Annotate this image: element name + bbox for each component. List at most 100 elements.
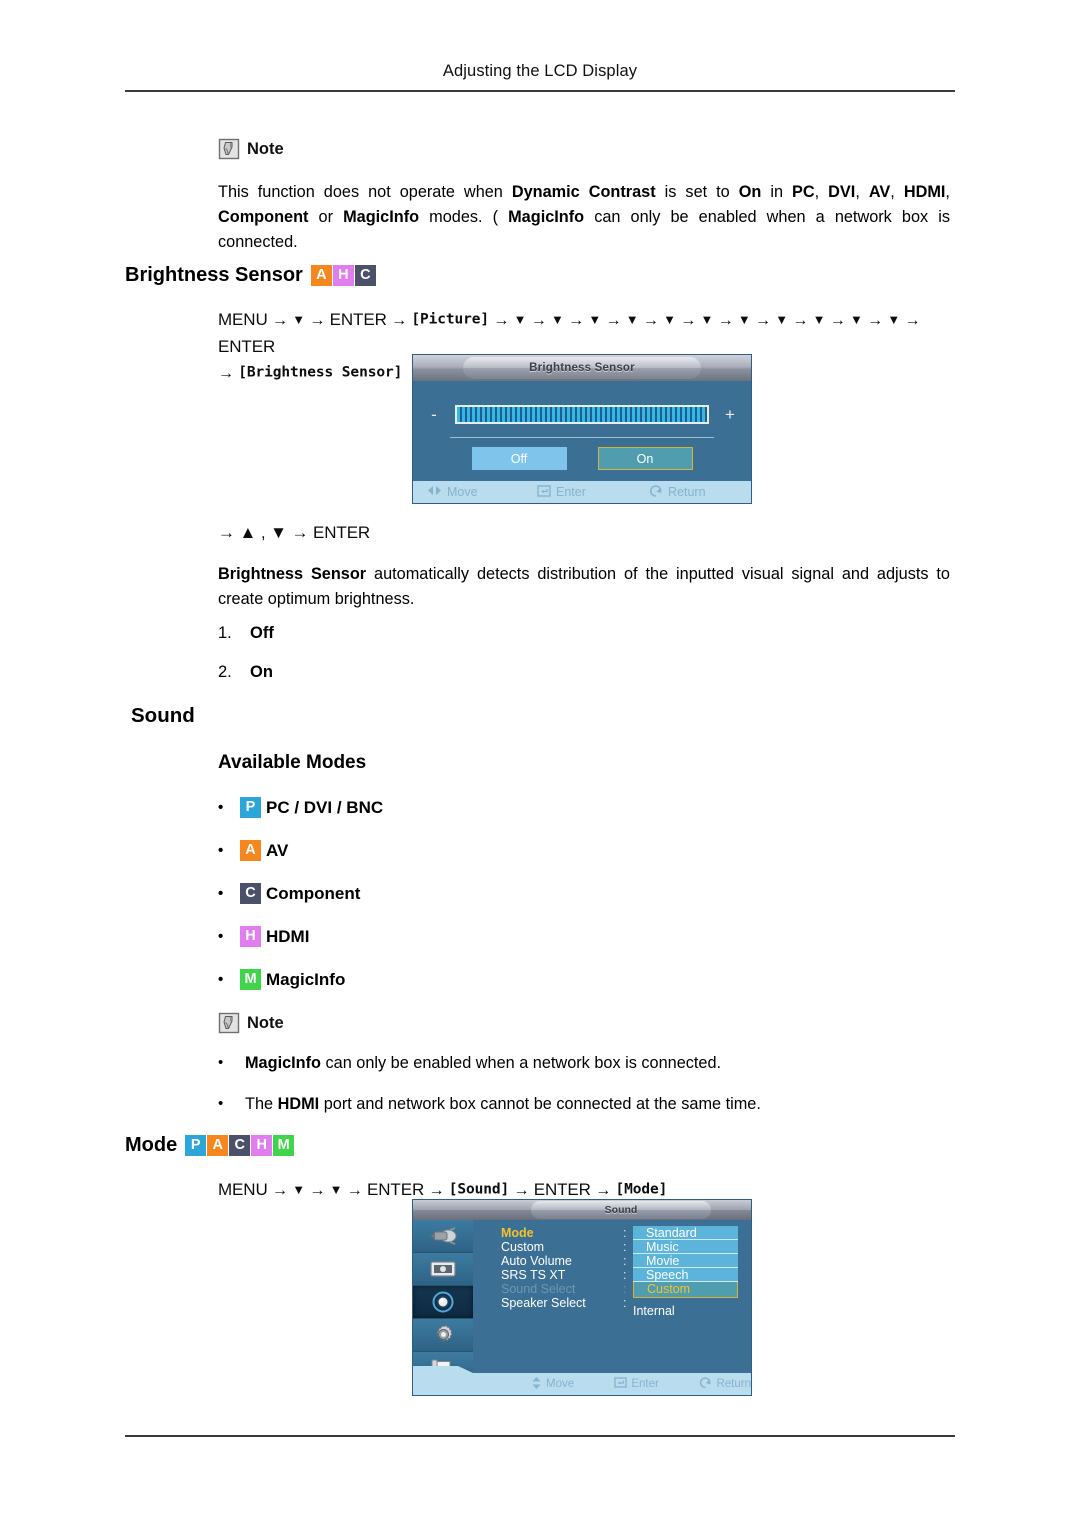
arrow-down-icon: ▼ (663, 311, 676, 327)
list-item: • The HDMI port and network box cannot be… (218, 1095, 938, 1136)
mode-badge-h-icon: H (240, 926, 261, 947)
return-arrow-icon (699, 1377, 712, 1391)
sound-row-colon: : (623, 1296, 627, 1310)
picture-icon (428, 1259, 458, 1279)
mode-badge-m-icon: M (240, 969, 261, 990)
bullet-icon: • (218, 1054, 224, 1071)
arrow-down-icon: ▼ (849, 311, 863, 327)
brightness-slider-fill (457, 406, 707, 422)
menu-keyword: MENU (218, 1179, 268, 1199)
text-run: modes. ( (419, 208, 509, 226)
bullet-icon: • (218, 928, 224, 945)
osd-button-on[interactable]: On (597, 447, 693, 470)
menu-keyword: ENTER (367, 1179, 425, 1199)
sound-row-label-srs-ts-xt[interactable]: SRS TS XT (501, 1268, 565, 1282)
text-run: On (738, 183, 762, 201)
list-item-label: MagicInfo can only be enabled when a net… (245, 1054, 721, 1073)
sound-row-colon: : (623, 1254, 627, 1268)
arrow-down-icon: ▼ (513, 311, 527, 327)
text-run: MagicInfo (343, 208, 420, 226)
list-item-label: PC / DVI / BNC (266, 797, 384, 817)
footer-move-label: Move (447, 485, 478, 499)
sound-row-label-mode[interactable]: Mode (501, 1226, 534, 1240)
arrow-down-icon: ▼ (812, 311, 826, 327)
footer-move-label: Move (546, 1378, 575, 1390)
mode-option-standard[interactable]: Standard (633, 1226, 738, 1240)
osd-title-pill: Sound (531, 1201, 711, 1219)
arrow-down-icon: ▼ (625, 311, 639, 327)
arrow-down-icon: ▼ (737, 311, 751, 327)
footer-return: Return (649, 484, 706, 500)
arrow-right-icon: → (509, 1181, 534, 1199)
bullet-icon: • (218, 971, 224, 988)
arrow-right-icon: → (526, 311, 551, 329)
sound-row-colon: : (623, 1226, 627, 1240)
brightness-sensor-heading-text: Brightness Sensor (125, 264, 303, 286)
arrow-right-icon: → (424, 1181, 449, 1199)
left-right-arrows-icon (427, 485, 442, 499)
footer-enter-label: Enter (631, 1378, 659, 1390)
sidebar-item-input[interactable] (413, 1220, 473, 1253)
sound-row-label-sound-select[interactable]: Sound Select (501, 1282, 575, 1296)
menu-keyword: ENTER (329, 309, 387, 329)
bullet-icon: • (218, 885, 224, 902)
list-item-label: HDMI (266, 926, 310, 946)
brightness-sensor-option-list: 1. Off 2. On (218, 624, 274, 702)
arrow-right-icon: → (862, 311, 888, 329)
text-run: , (814, 183, 829, 201)
sidebar-item-sound[interactable] (413, 1286, 473, 1319)
osd-toggle-buttons: Off On (413, 447, 751, 471)
osd-button-off[interactable]: Off (471, 447, 567, 470)
mode-option-custom[interactable]: Custom (633, 1282, 738, 1298)
text-run: in (761, 183, 793, 201)
mode-option-speech[interactable]: Speech (633, 1268, 738, 1282)
arrow-down-icon: ▼ (775, 311, 789, 327)
brightness-slider[interactable] (455, 404, 709, 424)
osd-sound-menu: Sound Mode: Custom: Auto Volume: SRS … (413, 1200, 751, 1395)
list-item-label: The HDMI port and network box cannot be … (245, 1095, 761, 1114)
mode-option-movie[interactable]: Movie (633, 1254, 738, 1268)
mode-badge-h-icon: H (332, 265, 354, 286)
menu-item-token: [Sound] (448, 1181, 510, 1197)
arrow-right-icon: → (675, 311, 701, 329)
list-item: 2. On (218, 663, 274, 702)
footer-return-label: Return (716, 1378, 751, 1390)
text-run: DVI (828, 183, 856, 201)
arrow-right-icon: → (218, 365, 239, 382)
text-run: HDMI (277, 1095, 320, 1113)
mode-badge-a-icon: A (240, 840, 261, 861)
minus-icon[interactable]: - (413, 406, 455, 423)
text-run: HDMI (903, 183, 946, 201)
arrow-right-icon: → (489, 311, 514, 329)
footer-move: Move (427, 485, 537, 499)
osd-sidebar (413, 1220, 473, 1385)
mode-option-music[interactable]: Music (633, 1240, 738, 1254)
sound-row-label-custom[interactable]: Custom (501, 1240, 544, 1254)
brightness-sensor-description: Brightness Sensor automatically detects … (218, 562, 950, 612)
sound-row-label-auto-volume[interactable]: Auto Volume (501, 1254, 572, 1268)
bullet-icon: • (218, 799, 224, 816)
brightness-slider-row: - + (413, 401, 751, 427)
document-page: Adjusting the LCD Display Note This func… (0, 0, 1080, 1527)
list-item-number: 1. (218, 624, 232, 642)
list-item-label: On (250, 663, 273, 681)
osd-divider (450, 437, 714, 438)
sidebar-item-setup[interactable] (413, 1319, 473, 1352)
osd-body: - + Off On (413, 381, 751, 475)
osd-title-pill: Brightness Sensor (463, 357, 701, 379)
text-run: is set to (655, 183, 739, 201)
mode-badge-h-icon: H (251, 1135, 273, 1156)
list-item-label: Component (266, 883, 361, 903)
sound-row-label-speaker-select[interactable]: Speaker Select (501, 1296, 586, 1310)
footer-rule (125, 1435, 955, 1437)
speaker-select-value: Internal (633, 1304, 675, 1318)
arrow-right-icon: → (342, 1181, 367, 1199)
mode-heading-text: Mode (125, 1134, 178, 1156)
menu-item-token: [Mode] (615, 1181, 668, 1197)
sidebar-item-picture[interactable] (413, 1253, 473, 1286)
plus-icon[interactable]: + (709, 406, 751, 423)
menu-item-token: [Picture] (411, 311, 490, 327)
list-item: • A AV (218, 829, 383, 872)
arrow-down-icon: ▼ (329, 1181, 343, 1197)
osd-main-panel: Mode: Custom: Auto Volume: SRS TS XT: Sound … (473, 1220, 751, 1373)
